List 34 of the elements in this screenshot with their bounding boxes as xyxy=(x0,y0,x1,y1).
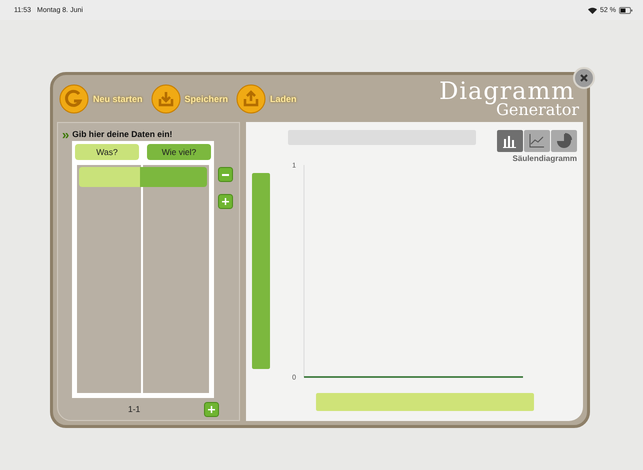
chart-type-label: Säulendiagramm xyxy=(512,154,577,163)
chart-type-button[interactable] xyxy=(497,130,523,152)
close-icon xyxy=(579,73,589,83)
restart-button[interactable]: Neu starten xyxy=(59,84,143,114)
upload-icon xyxy=(236,84,266,114)
line-chart-icon xyxy=(529,133,545,149)
load-button[interactable]: Laden xyxy=(236,84,297,114)
row-range: 1-1 xyxy=(128,404,142,414)
download-icon xyxy=(150,84,181,114)
minus-icon xyxy=(222,174,229,176)
add-row-button[interactable] xyxy=(218,194,233,209)
save-button[interactable]: Speichern xyxy=(150,84,228,114)
remove-row-button[interactable] xyxy=(218,167,233,182)
label-input[interactable] xyxy=(79,167,140,187)
panel-title: Gib hier deine Daten ein! xyxy=(72,129,172,139)
bar-chart-icon xyxy=(502,133,518,149)
logo-subtitle: Generator xyxy=(496,102,579,117)
close-button[interactable] xyxy=(573,67,595,89)
column-header: Was? xyxy=(75,144,139,160)
chart-type-button[interactable] xyxy=(524,130,550,152)
column-header: Wie viel? xyxy=(147,144,211,160)
battery-icon xyxy=(619,6,633,14)
logo-title: Diagramm xyxy=(439,81,575,103)
pie-chart-icon xyxy=(556,133,572,149)
restart-icon xyxy=(59,84,89,114)
wifi-icon xyxy=(588,6,598,14)
y-axis-title-field[interactable] xyxy=(252,173,270,369)
chevron-marker: » xyxy=(62,126,70,142)
add-row-button[interactable] xyxy=(204,402,219,416)
plus-icon xyxy=(208,406,215,412)
chart-type-button[interactable] xyxy=(551,130,577,152)
x-axis-title-field[interactable] xyxy=(316,393,534,411)
value-input[interactable] xyxy=(140,167,207,187)
plus-icon xyxy=(222,198,229,205)
